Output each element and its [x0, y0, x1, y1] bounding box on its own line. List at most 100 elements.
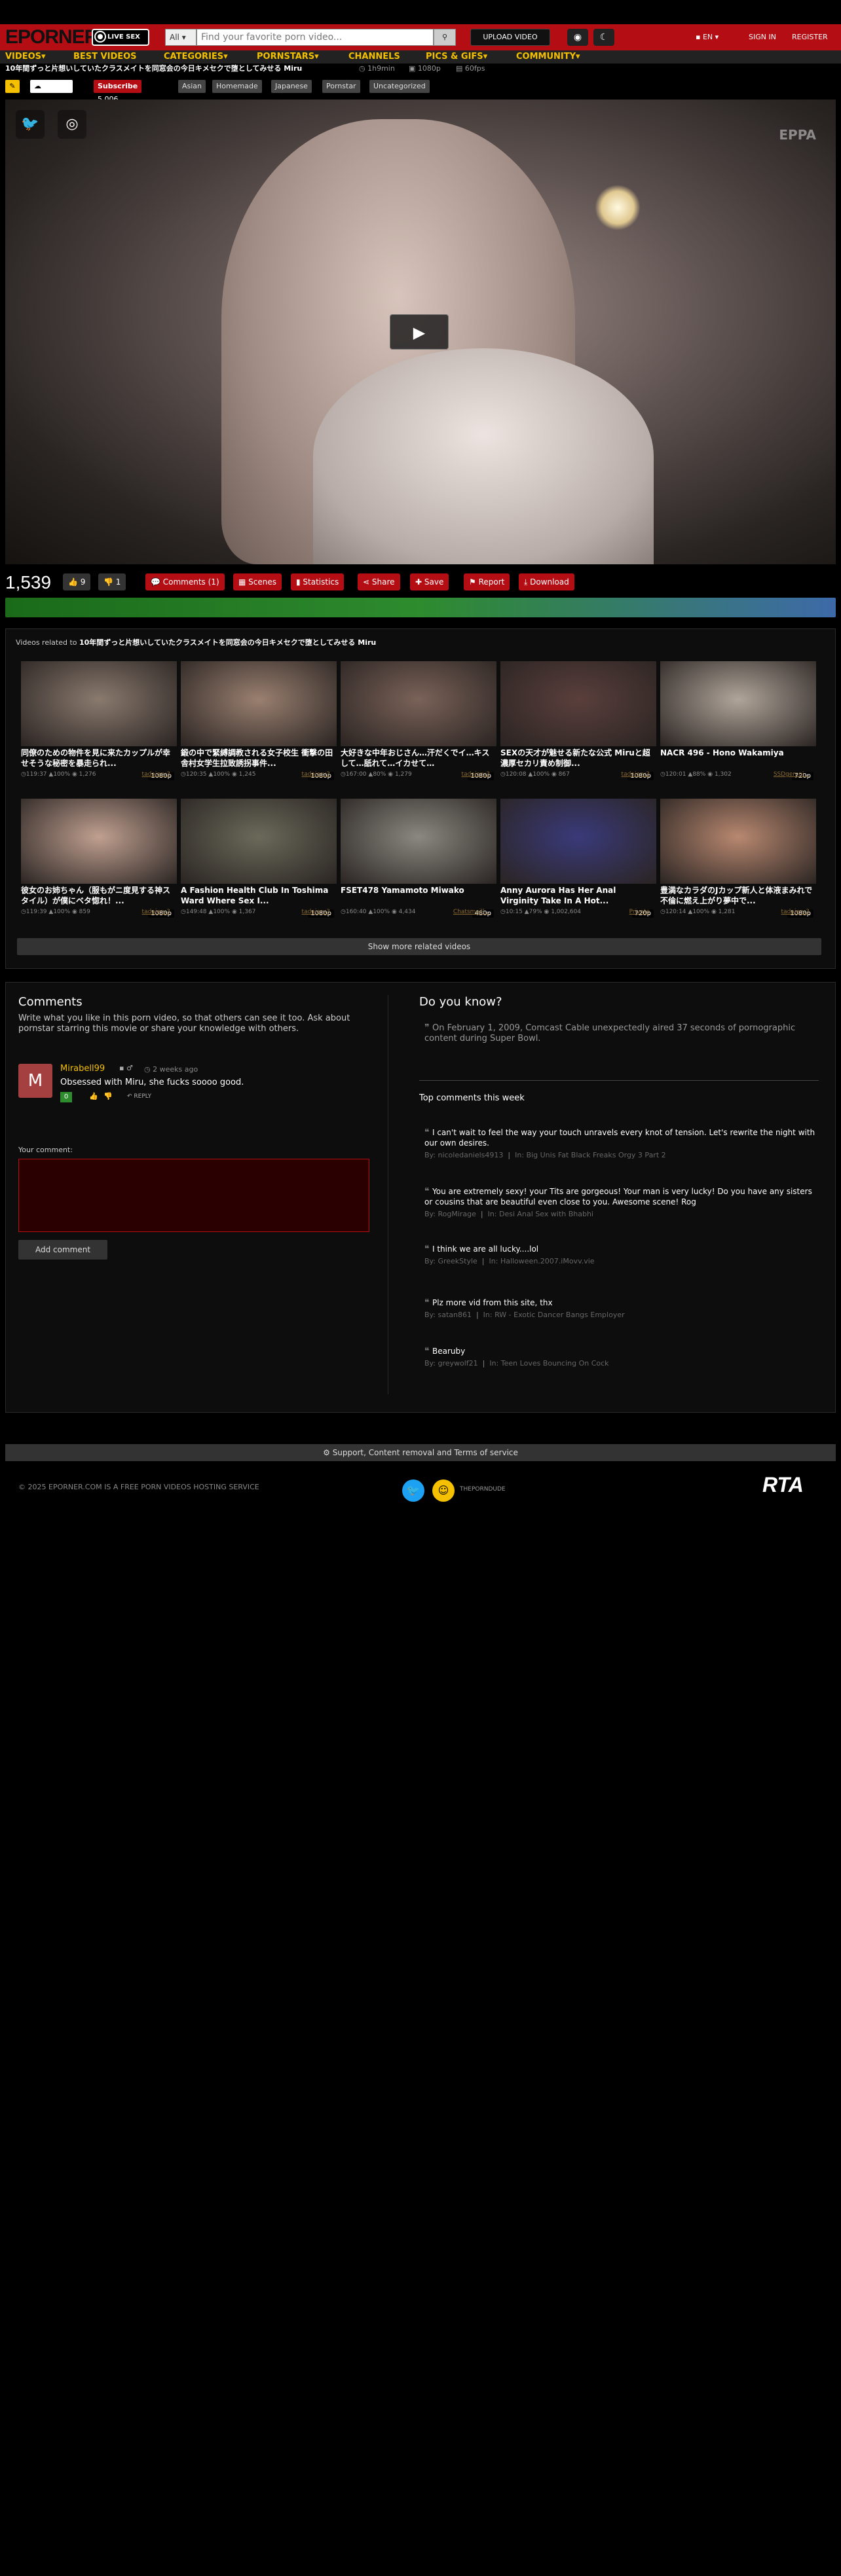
- report-button[interactable]: ⚑ Report: [464, 573, 510, 590]
- video-thumbnail[interactable]: [21, 661, 177, 746]
- edit-icon[interactable]: ✎: [5, 80, 20, 93]
- related-video-card[interactable]: 1080p A Fashion Health Club In Toshima Wa…: [181, 799, 337, 920]
- top-comment-video[interactable]: Teen Loves Bouncing On Cock: [501, 1359, 609, 1368]
- comment-reply-button[interactable]: ↶ REPLY: [127, 1093, 151, 1100]
- search-button[interactable]: ⚲: [434, 29, 456, 46]
- video-card-title[interactable]: NACR 496 - Hono Wakamiya: [660, 748, 816, 770]
- search-category-select[interactable]: All ▾: [165, 29, 196, 46]
- video-card-title[interactable]: SEXの天才が魅せる新たな公式 Miruと超濃厚セカリ責め制御...: [500, 748, 656, 770]
- video-thumbnail[interactable]: [341, 799, 496, 884]
- theporndude-icon[interactable]: ☺: [432, 1479, 455, 1502]
- subscribe-button[interactable]: Subscribe 5,006: [94, 80, 142, 103]
- menu-pics-gifs[interactable]: PICS & GIFS▾: [426, 50, 487, 63]
- support-link[interactable]: ⚙ Support, Content removal and Terms of …: [5, 1444, 836, 1461]
- video-thumbnail[interactable]: [660, 661, 816, 746]
- related-video-card[interactable]: 480p FSET478 Yamamoto Miwako ◷160:40 ▲100%…: [341, 799, 496, 920]
- card-uploader[interactable]: Chatsmaill...: [453, 907, 490, 916]
- top-comment-author[interactable]: RogMirage: [438, 1210, 476, 1218]
- video-player[interactable]: 🐦 ◎ EPPA ▶: [5, 100, 836, 564]
- video-card-title[interactable]: 豊満なカラダのJカップ新人と体液まみれで不倫に燃え上がり夢中で...: [660, 885, 816, 907]
- video-thumbnail[interactable]: [21, 799, 177, 884]
- dislike-button[interactable]: 👎 1: [98, 573, 126, 590]
- top-comment-author[interactable]: nicoledaniels4913: [438, 1151, 503, 1159]
- top-comment-video[interactable]: Big Unis Fat Black Freaks Orgy 3 Part 2: [527, 1151, 666, 1159]
- top-comment-author[interactable]: greywolf21: [438, 1359, 477, 1368]
- video-thumbnail[interactable]: [500, 799, 656, 884]
- menu-categories[interactable]: CATEGORIES▾: [164, 50, 228, 63]
- menu-channels[interactable]: CHANNELS: [348, 50, 400, 63]
- top-comment-author[interactable]: satan861: [438, 1311, 472, 1319]
- tag-asian[interactable]: Asian: [178, 80, 206, 93]
- video-card-title[interactable]: 鍛の中で緊縛調教される女子校生 衝撃の田舎村女学生拉致誘拐事件...: [181, 748, 337, 770]
- save-button[interactable]: ✚ Save: [410, 573, 449, 590]
- related-video-card[interactable]: 1080p 大好きな中年おじさん…汗だくでイ…キスして…舐れて…イカせて… ◷167…: [341, 661, 496, 783]
- comment-user[interactable]: Mirabell99: [60, 1064, 105, 1074]
- comment-upvote-icon[interactable]: 👍: [89, 1092, 98, 1100]
- live-sex-button[interactable]: LIVE SEX: [92, 29, 149, 46]
- related-video-card[interactable]: 720p Anny Aurora Has Her Anal Virginity T…: [500, 799, 656, 920]
- menu-community[interactable]: COMMUNITY▾: [516, 50, 580, 63]
- comment-textarea[interactable]: [18, 1159, 369, 1232]
- video-thumbnail[interactable]: [500, 661, 656, 746]
- card-uploader[interactable]: tadaieru3: [622, 770, 650, 779]
- card-uploader[interactable]: tadaieru3: [781, 907, 810, 916]
- card-uploader[interactable]: tadaieru3: [302, 770, 330, 779]
- video-card-title[interactable]: 大好きな中年おじさん…汗だくでイ…キスして…舐れて…イカせて…: [341, 748, 496, 770]
- record-toggle-button[interactable]: ◉: [567, 29, 588, 46]
- related-video-card[interactable]: 1080p 鍛の中で緊縛調教される女子校生 衝撃の田舎村女学生拉致誘拐事件... ◷…: [181, 661, 337, 783]
- card-uploader[interactable]: tadaieru3: [302, 907, 330, 916]
- top-comment-video[interactable]: Desi Anal Sex with Bhabhi: [499, 1210, 593, 1218]
- related-video-card[interactable]: 1080p 彼女のお姉ちゃん（服もがニ度見する神スタイル）が僕にベタ惚れ！... ◷…: [21, 799, 177, 920]
- download-button[interactable]: ⤓ Download: [519, 573, 574, 590]
- card-uploader[interactable]: SSDgemni...: [774, 770, 810, 779]
- related-video-card[interactable]: 720p NACR 496 - Hono Wakamiya ◷120:01 ▲88%…: [660, 661, 816, 783]
- top-comment-video[interactable]: Halloween.2007.iMovv.vie: [500, 1257, 595, 1265]
- dark-mode-toggle[interactable]: ☾: [593, 29, 614, 46]
- video-thumbnail[interactable]: [660, 799, 816, 884]
- video-card-title[interactable]: 同僚のための物件を見に来たカップルが幸せそうな秘密を暴走られ...: [21, 748, 177, 770]
- scenes-button[interactable]: ▦ Scenes: [233, 573, 282, 590]
- add-comment-button[interactable]: Add comment: [18, 1240, 107, 1260]
- upload-video-button[interactable]: UPLOAD VIDEO: [470, 29, 550, 46]
- sign-in-link[interactable]: SIGN IN: [749, 24, 776, 50]
- video-card-title[interactable]: A Fashion Health Club In Toshima Ward Wh…: [181, 885, 337, 907]
- related-video-card[interactable]: 1080p SEXの天才が魅せる新たな公式 Miruと超濃厚セカリ責め制御... ◷…: [500, 661, 656, 783]
- video-thumbnail[interactable]: [181, 799, 337, 884]
- uploader-badge[interactable]: ☁ tadaieru3: [30, 80, 73, 103]
- menu-videos[interactable]: VIDEOS▾: [5, 50, 46, 63]
- video-card-title[interactable]: 彼女のお姉ちゃん（服もがニ度見する神スタイル）が僕にベタ惚れ！...: [21, 885, 177, 907]
- card-uploader[interactable]: tadaieru3: [462, 770, 490, 779]
- comment-downvote-icon[interactable]: 👎: [103, 1092, 113, 1100]
- menu-pornstars[interactable]: PORNSTARS▾: [257, 50, 319, 63]
- statistics-button[interactable]: ▮ Statistics: [291, 573, 345, 590]
- video-thumbnail[interactable]: [181, 661, 337, 746]
- like-button[interactable]: 👍 9: [63, 573, 91, 590]
- theporndude-link[interactable]: THEPORNDUDE: [460, 1486, 506, 1493]
- twitter-icon[interactable]: 🐦: [402, 1479, 424, 1502]
- tag-homemade[interactable]: Homemade: [212, 80, 262, 93]
- play-button[interactable]: ▶: [390, 314, 449, 350]
- tag-pornstar[interactable]: Pornstar: [322, 80, 360, 93]
- menu-best-videos[interactable]: BEST VIDEOS: [73, 50, 137, 63]
- share-button[interactable]: ⋖ Share: [358, 573, 400, 590]
- card-uploader[interactable]: tadaieru3: [142, 907, 170, 916]
- twitter-share-icon[interactable]: 🐦: [16, 110, 45, 139]
- site-logo[interactable]: EPORNER: [5, 24, 98, 50]
- top-comment-author[interactable]: GreekStyle: [438, 1257, 477, 1265]
- card-uploader[interactable]: Private: [629, 907, 650, 916]
- related-video-card[interactable]: 1080p 豊満なカラダのJカップ新人と体液まみれで不倫に燃え上がり夢中で... ◷…: [660, 799, 816, 920]
- tag-japanese[interactable]: Japanese: [271, 80, 312, 93]
- video-card-title[interactable]: FSET478 Yamamoto Miwako: [341, 885, 496, 907]
- language-select[interactable]: ▪ EN ▾: [696, 24, 719, 50]
- reddit-share-icon[interactable]: ◎: [58, 110, 86, 139]
- video-card-title[interactable]: Anny Aurora Has Her Anal Virginity Take …: [500, 885, 656, 907]
- register-link[interactable]: REGISTER: [792, 24, 828, 50]
- search-input[interactable]: Find your favorite porn video...: [196, 29, 434, 46]
- top-comment-video[interactable]: RW - Exotic Dancer Bangs Employer: [495, 1311, 625, 1319]
- video-thumbnail[interactable]: [341, 661, 496, 746]
- tag-uncategorized[interactable]: Uncategorized: [369, 80, 430, 93]
- related-video-card[interactable]: 1080p 同僚のための物件を見に来たカップルが幸せそうな秘密を暴走られ... ◷1…: [21, 661, 177, 783]
- card-uploader[interactable]: tadaieru3: [142, 770, 170, 779]
- show-more-button[interactable]: Show more related videos: [17, 938, 821, 955]
- comments-button[interactable]: 💬 Comments (1): [145, 573, 225, 590]
